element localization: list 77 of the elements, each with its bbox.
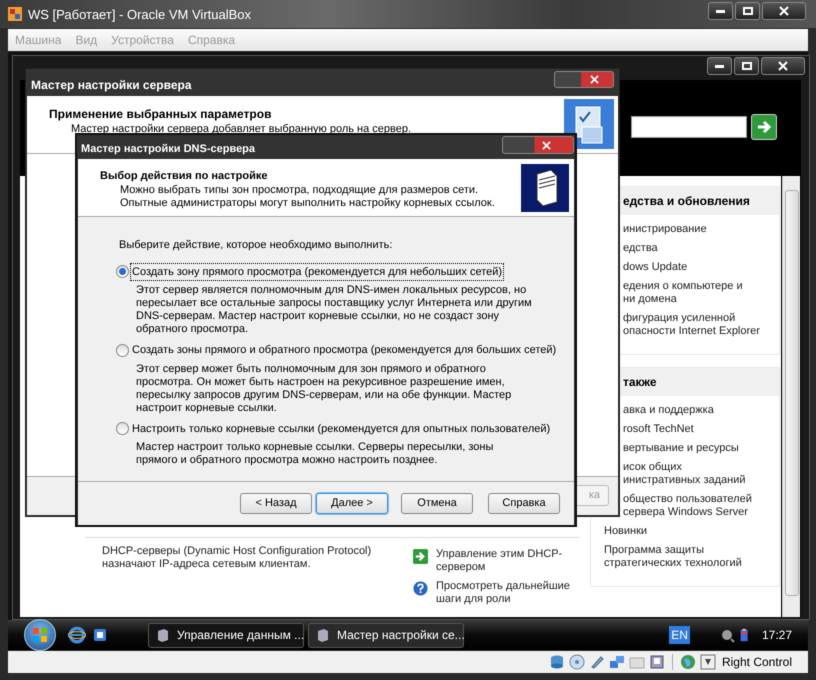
close-button[interactable] bbox=[761, 57, 805, 75]
panel-link[interactable]: едения о компьютере и ни домена bbox=[623, 280, 743, 306]
panel-link[interactable]: инистрирование bbox=[623, 223, 707, 236]
window-title: Мастер настройки сервера bbox=[31, 77, 192, 94]
radio-button[interactable] bbox=[116, 344, 129, 357]
dialog-button[interactable]: < Назад bbox=[240, 493, 312, 514]
panel-title: едства и обновления bbox=[623, 193, 750, 210]
close-icon bbox=[778, 61, 788, 71]
document-icon bbox=[92, 627, 108, 643]
wizard-subtitle: Мастер настройки сервера добавляет выбранную роль на сервер. bbox=[71, 122, 412, 137]
panel-link[interactable]: общество пользователей сервера Windows Server bbox=[623, 493, 752, 519]
radio-button[interactable] bbox=[116, 422, 129, 436]
help-icon bbox=[413, 581, 428, 596]
disk-icon bbox=[548, 654, 565, 670]
panel-link[interactable]: Новинки bbox=[604, 525, 648, 538]
disc-icon bbox=[568, 654, 585, 670]
windows-logo-icon bbox=[32, 627, 48, 643]
maximize-button[interactable] bbox=[734, 57, 759, 75]
dialog-heading: Выбор действия по настройке bbox=[100, 169, 268, 184]
arrow-icon bbox=[413, 549, 428, 564]
start-button[interactable] bbox=[24, 619, 56, 651]
close-icon bbox=[542, 140, 551, 150]
window-icon bbox=[315, 627, 331, 643]
close-button[interactable] bbox=[502, 136, 574, 154]
panel-link[interactable]: dows Update bbox=[623, 261, 688, 274]
host-key-label: Right Control bbox=[722, 654, 792, 671]
wizard-heading: Применение выбранных параметров bbox=[49, 106, 272, 123]
panel-link[interactable]: едства bbox=[623, 242, 658, 255]
taskbar-button[interactable]: Мастер настройки се... bbox=[308, 622, 464, 648]
dialog-button[interactable]: Отмена bbox=[401, 493, 473, 514]
network-icon bbox=[608, 654, 625, 670]
dialog-button[interactable]: Справка bbox=[488, 493, 560, 514]
panel-link[interactable]: rosoft TechNet bbox=[623, 423, 694, 436]
dialog-button[interactable]: Далее > bbox=[316, 493, 388, 514]
option-description: Этот сервер является полномочным для DNS-имен локальных ресурсов, но пересылает все остальные запросы поставщику услуг Интернета или другим DNS-серверам. Мастер настроит корневые ссылки, но не создаст зону обратного просмотра. bbox=[135, 284, 533, 336]
panel-link[interactable]: фигурация усиленной опасности Internet Explorer bbox=[623, 312, 760, 338]
search-field[interactable] bbox=[631, 116, 747, 138]
close-button[interactable] bbox=[554, 71, 614, 88]
radio-label[interactable]: Создать зоны прямого и обратного просмотра (рекомендуется для больших сетей) bbox=[131, 342, 558, 358]
dhcp-description: DHCP-серверы (Dynamic Host Configuration Protocol) назначают IP-адреса сетевым клиентам. bbox=[102, 545, 372, 571]
action-link[interactable]: Управление этим DHCP- сервером bbox=[436, 548, 562, 574]
app-icon bbox=[7, 6, 23, 22]
close-icon bbox=[590, 75, 599, 84]
pen-icon bbox=[588, 654, 605, 670]
option-description: Мастер настроит только корневые ссылки. Серверы пересылки, зоны прямого и обратного просмотра можно настроить позднее. bbox=[135, 441, 494, 467]
prompt-text: Выберите действие, которое необходимо выполнить: bbox=[119, 238, 394, 253]
panel-link[interactable]: авка и поддержка bbox=[623, 404, 714, 417]
language-indicator[interactable]: EN bbox=[669, 626, 690, 644]
close-icon bbox=[779, 6, 789, 16]
window-title: WS [Работает] - Oracle VM VirtualBox bbox=[28, 6, 252, 24]
taskbar-button[interactable]: Управление данным ... bbox=[148, 622, 304, 648]
minimize-button[interactable] bbox=[708, 2, 733, 20]
scrollbar[interactable] bbox=[782, 176, 800, 617]
panel-link[interactable]: вертывание и ресурсы bbox=[623, 442, 739, 455]
radio-label[interactable]: Создать зону прямого просмотра (рекомендуется для небольших сетей) bbox=[131, 264, 504, 280]
browser-icon bbox=[68, 626, 86, 644]
panel-title: также bbox=[623, 374, 657, 391]
window-title: Мастер настройки DNS-сервера bbox=[81, 142, 256, 157]
globe-icon bbox=[680, 654, 696, 670]
radio-button[interactable] bbox=[116, 265, 129, 278]
clock: 17:27 bbox=[762, 627, 792, 644]
chip-icon bbox=[648, 654, 665, 670]
radio-label[interactable]: Настроить только корневые ссылки (рекомендуется для опытных пользователей) bbox=[131, 420, 552, 437]
server-icon bbox=[521, 164, 569, 212]
maximize-button[interactable] bbox=[735, 2, 760, 20]
go-button[interactable] bbox=[751, 114, 777, 140]
scrollbar-thumb[interactable] bbox=[785, 190, 799, 596]
panel-link[interactable]: Программа защиты стратегических технологий bbox=[604, 544, 742, 570]
panel-link[interactable]: исок общих инистративных заданий bbox=[623, 461, 746, 487]
close-button[interactable] bbox=[762, 2, 806, 20]
dialog-description: Можно выбрать типы зон просмотра, подходящие для размеров сети. Опытные администраторы могут выполнить настройку корневых ссылок. bbox=[120, 184, 495, 210]
window-icon bbox=[155, 627, 171, 643]
minimize-button[interactable] bbox=[707, 57, 732, 75]
checklist-icon bbox=[564, 99, 614, 149]
option-description: Этот сервер может быть полномочным для зон прямого и обратного просмотра. Он может быть настроен на рекурсивное разрешение имен, пересылку запросов другим DNS-серверам, или на обе функции. Мастер настроит корневые ссылки. bbox=[135, 362, 512, 414]
action-link[interactable]: Просмотреть дальнейшие шаги для роли bbox=[436, 580, 570, 606]
arrow-icon bbox=[756, 119, 772, 135]
